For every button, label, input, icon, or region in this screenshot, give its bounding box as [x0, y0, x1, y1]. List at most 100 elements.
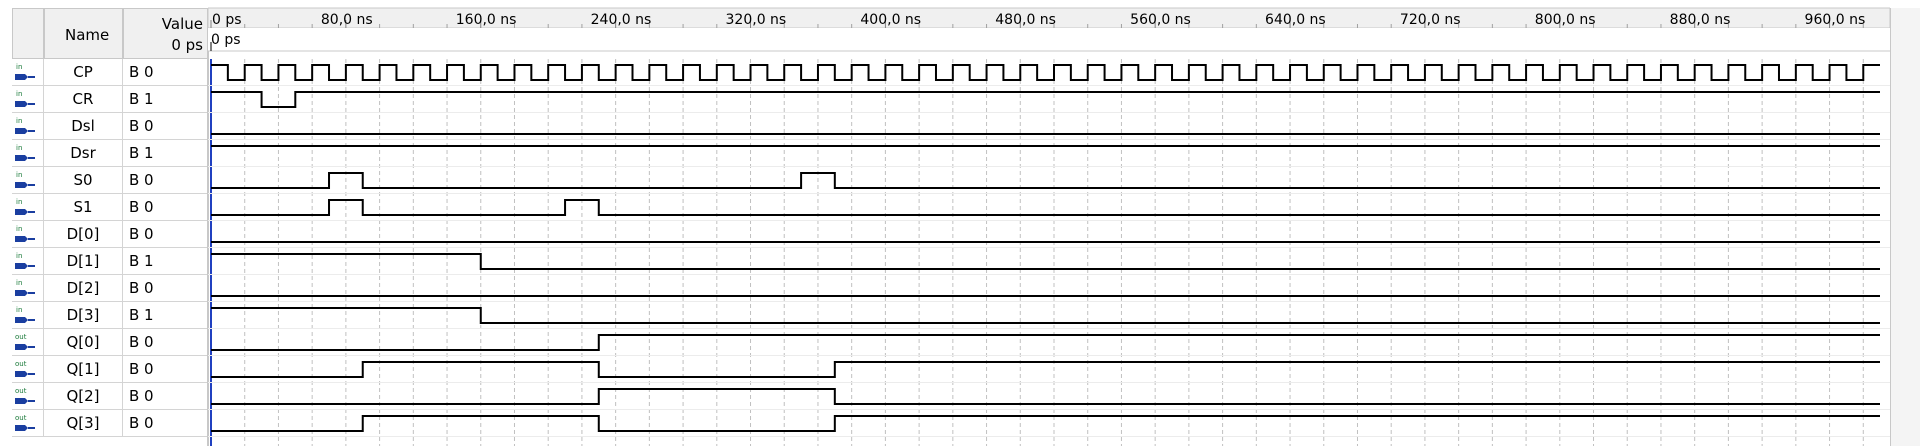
name-header-label: Name [65, 26, 110, 44]
time-tick-label: 480,0 ns [995, 12, 1056, 28]
icon-column-header[interactable] [12, 8, 44, 59]
input-pin-icon: in [15, 225, 35, 242]
signal-value: B 1 [129, 252, 154, 270]
signal-icon-cell: out [12, 329, 44, 355]
cursor-time-label: 0 ps [211, 32, 241, 48]
signal-value: B 1 [129, 144, 154, 162]
signal-row[interactable]: out Q[3] B 0 [12, 410, 208, 437]
input-pin-icon: in [15, 117, 35, 134]
signal-value: B 0 [129, 198, 154, 216]
signal-value: B 0 [129, 360, 154, 378]
svg-text:in: in [16, 144, 22, 152]
waveform-d3 [211, 307, 1880, 324]
waveform-cp [211, 64, 1880, 81]
time-tick-label: 720,0 ns [1400, 12, 1461, 28]
time-tick-label: 80,0 ns [321, 12, 373, 28]
signal-icon-cell: in [12, 221, 44, 247]
signal-name: Q[2] [44, 383, 123, 409]
time-tick-label: 0 ps [212, 12, 242, 28]
time-tick-label: 160,0 ns [456, 12, 517, 28]
signal-icon-cell: in [12, 113, 44, 139]
svg-text:in: in [16, 279, 22, 287]
signal-row[interactable]: in D[3] B 1 [12, 302, 208, 329]
vertical-scrollbar[interactable] [1890, 8, 1920, 446]
waveform-q0 [211, 334, 1880, 351]
signal-row[interactable]: out Q[2] B 0 [12, 383, 208, 410]
waveform-cr [211, 91, 1880, 108]
value-header-label: Value [161, 15, 203, 33]
input-pin-icon: in [15, 306, 35, 323]
signal-row[interactable]: in D[0] B 0 [12, 221, 208, 248]
svg-text:in: in [16, 90, 22, 98]
signal-name: D[1] [44, 248, 123, 274]
signal-row[interactable]: out Q[1] B 0 [12, 356, 208, 383]
signal-name: S0 [44, 167, 123, 193]
signal-list-pane: Name Value 0 ps in CP B 0 in CR B 1 in Dsl B 0 in… [0, 0, 208, 446]
signal-name: D[3] [44, 302, 123, 328]
signal-icon-cell: in [12, 275, 44, 301]
signal-name: Q[3] [44, 410, 123, 436]
signal-row[interactable]: in S1 B 0 [12, 194, 208, 221]
time-tick-label: 320,0 ns [726, 12, 787, 28]
signal-value: B 1 [129, 306, 154, 324]
name-column-header[interactable]: Name [44, 8, 123, 59]
svg-text:in: in [16, 306, 22, 314]
signal-row[interactable]: in Dsl B 0 [12, 113, 208, 140]
svg-text:in: in [16, 117, 22, 125]
signal-name: Dsl [44, 113, 123, 139]
svg-text:in: in [16, 171, 22, 179]
svg-text:in: in [16, 225, 22, 233]
input-pin-icon: in [15, 63, 35, 80]
output-pin-icon: out [15, 387, 35, 404]
signal-icon-cell: in [12, 167, 44, 193]
waveform-s0 [211, 172, 1880, 189]
svg-text:out: out [15, 387, 27, 395]
value-column-header[interactable]: Value 0 ps [123, 8, 208, 59]
svg-text:in: in [16, 63, 22, 71]
signal-icon-cell: in [12, 302, 44, 328]
signal-icon-cell: in [12, 59, 44, 85]
signal-name: D[2] [44, 275, 123, 301]
value-header-time: 0 ps [171, 36, 203, 54]
waveform-q2 [211, 388, 1880, 405]
signal-icon-cell: out [12, 383, 44, 409]
input-pin-icon: in [15, 198, 35, 215]
time-tick-label: 800,0 ns [1535, 12, 1596, 28]
waveform-pane[interactable]: 0 ps 80,0 ns 160,0 ns 240,0 ns 320,0 ns 400,0… [208, 0, 1920, 446]
signal-value: B 0 [129, 225, 154, 243]
svg-text:in: in [16, 198, 22, 206]
signal-name: Q[0] [44, 329, 123, 355]
output-pin-icon: out [15, 333, 35, 350]
waveform-canvas[interactable]: 0 ps 80,0 ns 160,0 ns 240,0 ns 320,0 ns 400,0… [208, 0, 1890, 446]
svg-text:out: out [15, 360, 27, 368]
signal-icon-cell: in [12, 140, 44, 166]
signal-icon-cell: in [12, 86, 44, 112]
signal-row[interactable]: in Dsr B 1 [12, 140, 208, 167]
input-pin-icon: in [15, 252, 35, 269]
waveform-q3 [211, 415, 1880, 432]
signal-name: Dsr [44, 140, 123, 166]
time-tick-label: 960,0 ns [1805, 12, 1866, 28]
time-tick-label: 640,0 ns [1265, 12, 1326, 28]
waveform-d1 [211, 253, 1880, 270]
output-pin-icon: out [15, 414, 35, 431]
signal-value: B 0 [129, 279, 154, 297]
time-tick-label: 400,0 ns [860, 12, 921, 28]
output-pin-icon: out [15, 360, 35, 377]
signal-icon-cell: out [12, 356, 44, 382]
input-pin-icon: in [15, 144, 35, 161]
signal-row[interactable]: in S0 B 0 [12, 167, 208, 194]
signal-row[interactable]: in D[1] B 1 [12, 248, 208, 275]
signal-value: B 0 [129, 333, 154, 351]
signal-row[interactable]: out Q[0] B 0 [12, 329, 208, 356]
input-pin-icon: in [15, 171, 35, 188]
signal-icon-cell: out [12, 410, 44, 436]
signal-name: CP [44, 59, 123, 85]
signal-row[interactable]: in CP B 0 [12, 59, 208, 86]
signal-name: Q[1] [44, 356, 123, 382]
waveform-s1 [211, 199, 1880, 216]
svg-text:out: out [15, 414, 27, 422]
signal-value: B 0 [129, 387, 154, 405]
signal-row[interactable]: in D[2] B 0 [12, 275, 208, 302]
signal-row[interactable]: in CR B 1 [12, 86, 208, 113]
